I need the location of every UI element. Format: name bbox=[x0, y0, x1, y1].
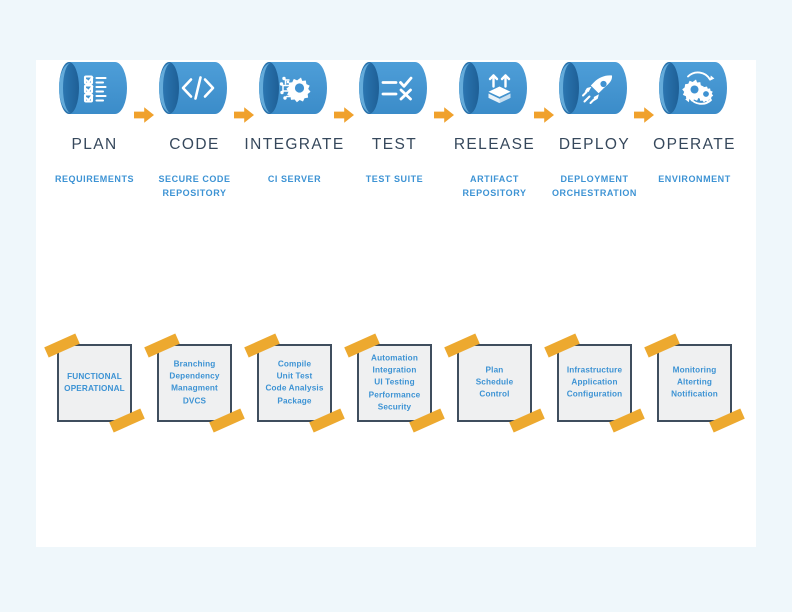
rocket-icon bbox=[555, 60, 635, 116]
practice-note-line: Package bbox=[277, 396, 312, 406]
stage-subtitle-plan: REQUIREMENTS bbox=[43, 173, 146, 187]
tape-strip-icon bbox=[709, 408, 745, 433]
tape-strip-icon bbox=[109, 408, 145, 433]
practice-note-line: Schedule bbox=[475, 377, 514, 387]
white-panel: PLAN REQUIREMENTS CODE SECURE CODE REPOSITOR… bbox=[36, 60, 756, 547]
stage-subtitle-integrate: CI SERVER bbox=[243, 173, 346, 187]
tape-strip-icon bbox=[444, 333, 480, 358]
practice-note-line: Dependency bbox=[169, 371, 220, 381]
practice-note-line: OPERATIONAL bbox=[64, 384, 125, 393]
practice-note-line: Unit Test bbox=[276, 371, 313, 381]
practice-notes-row: FUNCTIONAL OPERATIONAL Branching Dependency… bbox=[36, 333, 756, 448]
tape-strip-icon bbox=[244, 333, 280, 358]
practice-note-text: FUNCTIONAL OPERATIONAL bbox=[59, 371, 130, 395]
practice-note-line: Automation bbox=[371, 353, 418, 363]
pipeline-stage-deploy[interactable]: DEPLOY DEPLOYMENT ORCHESTRATION bbox=[543, 60, 646, 200]
practice-note-line: Infrastructure bbox=[566, 365, 623, 375]
tape-strip-icon bbox=[144, 333, 180, 358]
practice-note-line: Managment bbox=[171, 384, 218, 393]
practice-note-line: Compile bbox=[277, 359, 312, 369]
package-upload-icon bbox=[455, 60, 535, 116]
practice-note-line: Control bbox=[479, 390, 510, 400]
pipeline-stage-test[interactable]: TEST TEST SUITE bbox=[343, 60, 446, 187]
check-cross-list-icon bbox=[355, 60, 435, 116]
practice-note-text: Plan Schedule Control bbox=[459, 365, 530, 402]
practice-note-line: FUNCTIONAL bbox=[67, 371, 122, 381]
tape-strip-icon bbox=[544, 333, 580, 358]
stage-subtitle-line: REPOSITORY bbox=[462, 187, 527, 198]
gears-refresh-icon bbox=[655, 60, 735, 116]
pipeline-stage-release[interactable]: RELEASE ARTIFACT REPOSITORY bbox=[443, 60, 546, 200]
practice-note-line: Integration bbox=[372, 365, 417, 375]
pipeline-stage-code[interactable]: CODE SECURE CODE REPOSITORY bbox=[143, 60, 246, 200]
devops-pipeline: PLAN REQUIREMENTS CODE SECURE CODE REPOSITOR… bbox=[36, 60, 756, 240]
stage-subtitle-operate: ENVIRONMENT bbox=[643, 173, 746, 187]
practice-note-text: Branching Dependency Managment DVCS bbox=[159, 359, 230, 408]
tape-strip-icon bbox=[309, 408, 345, 433]
practice-note-line: Performance bbox=[368, 390, 421, 400]
stage-subtitle-test: TEST SUITE bbox=[343, 173, 446, 187]
practice-note-line: Security bbox=[377, 402, 412, 412]
practice-note-test[interactable]: Automation Integration UI Testing Performan… bbox=[344, 333, 445, 433]
stage-subtitle-line: REQUIREMENTS bbox=[54, 174, 135, 184]
practice-note-code[interactable]: Branching Dependency Managment DVCS bbox=[144, 333, 245, 433]
stage-title-plan: PLAN bbox=[71, 136, 118, 153]
practice-note-line: Plan bbox=[485, 365, 504, 375]
practice-note-release[interactable]: Plan Schedule Control bbox=[444, 333, 545, 433]
practice-note-line: Notification bbox=[671, 390, 718, 400]
stage-subtitle-line: SECURE CODE bbox=[158, 174, 231, 184]
stage-subtitle-line: CI SERVER bbox=[267, 174, 322, 184]
practice-note-text: Infrastructure Application Configuration bbox=[559, 365, 630, 402]
pipeline-stage-integrate[interactable]: INTEGRATE CI SERVER bbox=[243, 60, 346, 187]
practice-note-text: Compile Unit Test Code Analysis Package bbox=[259, 359, 330, 408]
tape-strip-icon bbox=[209, 408, 245, 433]
stage-title-test: TEST bbox=[371, 136, 418, 153]
tape-strip-icon bbox=[644, 333, 680, 358]
practice-note-line: Branching bbox=[173, 359, 216, 369]
practice-note-line: Alterting bbox=[676, 377, 712, 387]
stage-title-operate: OPERATE bbox=[653, 136, 736, 153]
pipeline-stage-operate[interactable]: OPERATE ENVIRONMENT bbox=[643, 60, 746, 187]
practice-note-text: Monitoring Alterting Notification bbox=[659, 365, 730, 402]
practice-note-line: Application bbox=[571, 377, 618, 387]
stage-subtitle-line: REPOSITORY bbox=[162, 187, 227, 198]
diagram-canvas: PLAN REQUIREMENTS CODE SECURE CODE REPOSITOR… bbox=[0, 0, 792, 612]
practice-note-text: Automation Integration UI Testing Performan… bbox=[359, 352, 430, 413]
stage-subtitle-line: TEST SUITE bbox=[365, 174, 424, 184]
stage-subtitle-line: ENVIRONMENT bbox=[658, 174, 731, 184]
stage-title-release: RELEASE bbox=[453, 136, 536, 153]
stage-subtitle-code: SECURE CODE REPOSITORY bbox=[143, 173, 246, 200]
checklist-icon bbox=[55, 60, 135, 116]
stage-title-code: CODE bbox=[169, 136, 220, 153]
stage-subtitle-deploy: DEPLOYMENT ORCHESTRATION bbox=[543, 173, 646, 200]
stage-subtitle-line: DEPLOYMENT bbox=[560, 174, 629, 184]
practice-note-plan[interactable]: FUNCTIONAL OPERATIONAL bbox=[44, 333, 145, 433]
stage-subtitle-release: ARTIFACT REPOSITORY bbox=[443, 173, 546, 200]
practice-note-line: UI Testing bbox=[374, 377, 415, 387]
tape-strip-icon bbox=[609, 408, 645, 433]
stage-title-integrate: INTEGRATE bbox=[244, 136, 345, 153]
practice-note-deploy[interactable]: Infrastructure Application Configuration bbox=[544, 333, 645, 433]
stage-subtitle-line: ARTIFACT bbox=[470, 174, 519, 184]
practice-note-operate[interactable]: Monitoring Alterting Notification bbox=[644, 333, 745, 433]
practice-note-integrate[interactable]: Compile Unit Test Code Analysis Package bbox=[244, 333, 345, 433]
stage-subtitle-line: ORCHESTRATION bbox=[552, 187, 637, 198]
tape-strip-icon bbox=[44, 333, 80, 358]
code-brackets-icon bbox=[155, 60, 235, 116]
practice-note-line: Code Analysis bbox=[265, 384, 324, 393]
practice-note-line: Monitoring bbox=[672, 365, 717, 375]
tape-strip-icon bbox=[509, 408, 545, 433]
practice-note-line: Configuration bbox=[566, 390, 623, 400]
stage-title-deploy: DEPLOY bbox=[558, 136, 631, 153]
pipeline-stage-plan[interactable]: PLAN REQUIREMENTS bbox=[43, 60, 146, 187]
gear-circuit-icon bbox=[255, 60, 335, 116]
practice-note-line: DVCS bbox=[182, 396, 207, 406]
